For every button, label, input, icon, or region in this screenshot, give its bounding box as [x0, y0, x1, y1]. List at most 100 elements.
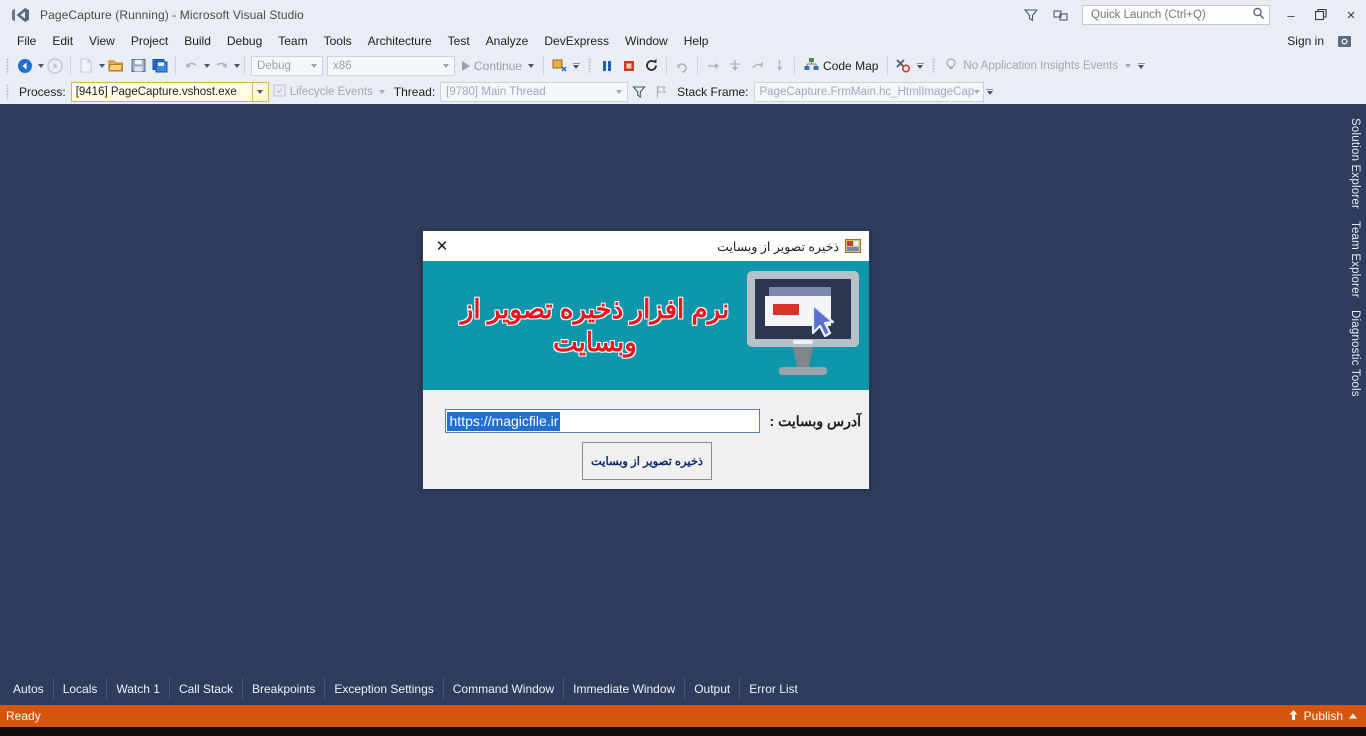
debug-tab-output[interactable]: Output: [685, 678, 741, 700]
menu-item-edit[interactable]: Edit: [44, 32, 81, 50]
navigate-back-icon[interactable]: [14, 55, 36, 77]
send-feedback-icon[interactable]: [1332, 31, 1356, 51]
continue-button[interactable]: Continue: [457, 55, 539, 77]
solution-configuration-combo[interactable]: Debug: [251, 55, 323, 76]
debug-tab-locals[interactable]: Locals: [54, 678, 108, 700]
menu-item-tools[interactable]: Tools: [316, 32, 360, 50]
lifecycle-events-button[interactable]: Lifecycle Events: [269, 84, 389, 100]
debug-tab-autos[interactable]: Autos: [4, 678, 54, 700]
menu-item-view[interactable]: View: [81, 32, 123, 50]
os-taskbar: [0, 727, 1366, 736]
menu-item-file[interactable]: File: [9, 32, 44, 50]
step-over-icon[interactable]: [724, 55, 746, 77]
debug-tab-breakpoints[interactable]: Breakpoints: [243, 678, 326, 700]
toolbar-separator-3: [244, 56, 245, 75]
application-insights-icon: [944, 57, 958, 74]
solution-configuration-value: Debug: [257, 59, 291, 72]
menu-item-devexpress[interactable]: DevExpress: [536, 32, 617, 50]
attach-to-process-icon[interactable]: [548, 55, 570, 77]
quick-launch-box[interactable]: [1082, 5, 1270, 25]
application-insights-label: No Application Insights Events: [963, 59, 1119, 72]
chevron-up-icon[interactable]: [1348, 707, 1358, 725]
app-close-button[interactable]: ✕: [431, 235, 453, 257]
stop-icon[interactable]: [618, 55, 640, 77]
debug-tab-command-window[interactable]: Command Window: [444, 678, 565, 700]
flag-icon[interactable]: [650, 81, 672, 103]
url-input[interactable]: https://magicfile.ir: [444, 409, 760, 433]
chevron-down-icon: [616, 89, 623, 94]
notifications-icon[interactable]: [1046, 1, 1076, 29]
debug-tab-call-stack[interactable]: Call Stack: [170, 678, 243, 700]
dock-tab-diagnostic-tools[interactable]: Diagnostic Tools: [1346, 304, 1364, 403]
chevron-down-icon: [1125, 63, 1132, 68]
process-combo[interactable]: [9416] PageCapture.vshost.exe: [70, 81, 269, 102]
save-website-image-button[interactable]: ذخیره تصویر از وبسایت: [582, 442, 712, 480]
save-icon[interactable]: [127, 55, 149, 77]
restart-icon[interactable]: [640, 55, 662, 77]
stack-frame-label: Stack Frame:: [677, 84, 749, 99]
step-vertical-icon[interactable]: [768, 55, 790, 77]
redo-icon[interactable]: [210, 55, 232, 77]
restore-button[interactable]: [1306, 0, 1336, 30]
undo-icon[interactable]: [180, 55, 202, 77]
menu-item-project[interactable]: Project: [123, 32, 176, 50]
toolbar-overflow-icon-2[interactable]: [914, 55, 926, 77]
debug-tab-error-list[interactable]: Error List: [740, 678, 807, 700]
feedback-funnel-icon[interactable]: [1016, 1, 1046, 29]
toolbar-separator-8: [887, 56, 889, 75]
filter-icon[interactable]: [628, 81, 650, 103]
chevron-down-icon: [378, 89, 385, 94]
toolbar-grip[interactable]: [4, 57, 12, 75]
dock-tab-solution-explorer[interactable]: Solution Explorer: [1346, 112, 1364, 215]
url-field-label: آدرس وبسایت :: [769, 412, 861, 429]
menu-item-architecture[interactable]: Architecture: [360, 32, 440, 50]
debug-tab-watch-1[interactable]: Watch 1: [107, 678, 170, 700]
standard-toolbar: Debug x86 Continue Code Map No Applicati…: [0, 52, 1366, 79]
toolbar-separator-7: [794, 56, 796, 75]
new-item-icon[interactable]: [75, 55, 97, 77]
stack-frame-combo[interactable]: PageCapture.FrmMain.hc_HtmlImageCap: [753, 81, 984, 102]
publish-label[interactable]: Publish: [1304, 709, 1343, 723]
close-button[interactable]: ×: [1336, 0, 1366, 30]
minimize-button[interactable]: –: [1276, 0, 1306, 30]
app-window-title-group: ذخیره تصویر از وبسایت: [717, 238, 861, 254]
chevron-down-icon[interactable]: [251, 82, 268, 101]
application-window-icon: [845, 238, 861, 254]
menu-item-window[interactable]: Window: [617, 32, 676, 50]
code-map-button[interactable]: Code Map: [799, 57, 883, 74]
debug-toolbar-grip[interactable]: [4, 83, 12, 101]
save-all-icon[interactable]: [149, 55, 171, 77]
application-insights-button[interactable]: No Application Insights Events: [940, 57, 1135, 74]
publish-up-arrow-icon: [1288, 709, 1299, 724]
menu-item-help[interactable]: Help: [676, 32, 717, 50]
sign-in-button[interactable]: Sign in: [1279, 32, 1332, 50]
quick-launch-input[interactable]: [1089, 8, 1247, 22]
debug-tab-immediate-window[interactable]: Immediate Window: [564, 678, 686, 700]
thread-combo[interactable]: [9780] Main Thread: [440, 81, 629, 102]
toolbar-grip-3[interactable]: [930, 57, 938, 75]
dock-tab-team-explorer[interactable]: Team Explorer: [1346, 215, 1364, 304]
redo-dropdown-icon[interactable]: [234, 63, 240, 68]
continue-label: Continue: [474, 58, 523, 73]
debug-tab-exception-settings[interactable]: Exception Settings: [325, 678, 444, 700]
navigate-forward-icon[interactable]: [44, 55, 66, 77]
open-file-icon[interactable]: [105, 55, 127, 77]
title-bar: PageCapture (Running) - Microsoft Visual…: [0, 0, 1366, 30]
menu-item-test[interactable]: Test: [440, 32, 478, 50]
debug-toolbar-overflow-icon[interactable]: [984, 81, 996, 103]
toolbar-separator-2: [175, 56, 176, 75]
toolbar-overflow-icon-3[interactable]: [1135, 55, 1147, 77]
intellitrace-icon[interactable]: [892, 55, 914, 77]
menu-item-analyze[interactable]: Analyze: [478, 32, 537, 50]
menu-item-debug[interactable]: Debug: [219, 32, 270, 50]
menu-bar: File Edit View Project Build Debug Team …: [0, 30, 1366, 52]
solution-platform-combo[interactable]: x86: [327, 55, 455, 76]
show-next-statement-icon[interactable]: [671, 55, 693, 77]
toolbar-grip-2[interactable]: [586, 57, 594, 75]
menu-item-build[interactable]: Build: [176, 32, 219, 50]
menu-item-team[interactable]: Team: [270, 32, 315, 50]
pause-icon[interactable]: [596, 55, 618, 77]
step-into-icon[interactable]: [702, 55, 724, 77]
step-out-icon[interactable]: [746, 55, 768, 77]
toolbar-overflow-icon[interactable]: [570, 55, 582, 77]
